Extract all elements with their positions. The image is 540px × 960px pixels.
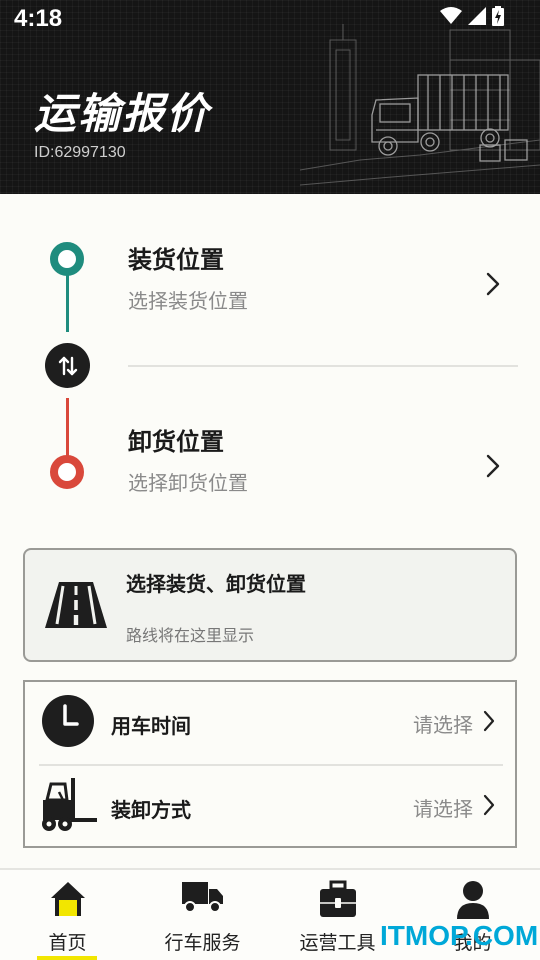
home-icon <box>50 882 85 916</box>
status-icons <box>440 6 504 26</box>
swap-arrows-icon <box>58 356 77 375</box>
vehicle-time-row[interactable]: 用车时间 请选择 <box>25 682 515 764</box>
unload-point-marker <box>50 455 84 489</box>
route-hint: 路线将在这里显示 <box>126 626 255 645</box>
nav-tab-home[interactable]: 首页 <box>0 870 135 960</box>
loading-method-row[interactable]: 装卸方式 请选择 <box>25 766 515 848</box>
watermark-logo: ITMOP.COM <box>380 920 539 951</box>
briefcase-icon <box>319 880 356 917</box>
clock-icon <box>42 695 94 747</box>
road-icon <box>45 582 107 628</box>
swap-locations-button[interactable] <box>45 343 90 388</box>
city-truck-illustration <box>300 24 540 186</box>
load-point-marker <box>50 242 84 276</box>
load-location-title: 装货位置 <box>128 246 224 274</box>
load-location-placeholder: 选择装货位置 <box>128 289 248 313</box>
location-divider <box>128 365 518 367</box>
load-location-selector[interactable]: 装货位置 选择装货位置 <box>128 240 518 313</box>
nav-tab-driving-service[interactable]: 行车服务 <box>135 870 270 960</box>
chevron-right-icon <box>486 454 500 478</box>
loading-method-value: 请选择 <box>413 797 473 821</box>
battery-icon <box>492 6 504 26</box>
route-connector-red <box>66 398 69 458</box>
truck-icon <box>181 882 223 913</box>
unload-location-title: 卸货位置 <box>128 428 224 456</box>
chevron-right-icon <box>483 710 495 732</box>
unload-location-placeholder: 选择卸货位置 <box>128 471 248 495</box>
wifi-icon <box>440 7 462 24</box>
header-banner: 4:18 运输报价 ID:62997130 <box>0 0 540 194</box>
options-card: 用车时间 请选择 装卸方式 请选择 <box>23 680 517 848</box>
loading-method-label: 装卸方式 <box>111 798 191 822</box>
status-time: 4:18 <box>14 5 63 32</box>
forklift-icon <box>42 778 97 831</box>
signal-icon <box>468 7 486 25</box>
nav-label-driving-service: 行车服务 <box>164 932 241 954</box>
vehicle-time-label: 用车时间 <box>111 714 191 738</box>
route-preview-card[interactable]: 选择装货、卸货位置 路线将在这里显示 <box>23 548 517 662</box>
user-id: ID:62997130 <box>34 144 126 161</box>
user-icon <box>456 881 489 919</box>
vehicle-time-value: 请选择 <box>413 713 473 737</box>
nav-label-home: 首页 <box>48 932 87 954</box>
page-title: 运输报价 <box>34 90 211 137</box>
chevron-right-icon <box>483 794 495 816</box>
unload-location-selector[interactable]: 卸货位置 选择卸货位置 <box>128 422 518 495</box>
chevron-right-icon <box>486 272 500 296</box>
route-connector-green <box>66 274 69 332</box>
route-title: 选择装货、卸货位置 <box>126 572 306 596</box>
nav-active-indicator <box>37 956 97 960</box>
